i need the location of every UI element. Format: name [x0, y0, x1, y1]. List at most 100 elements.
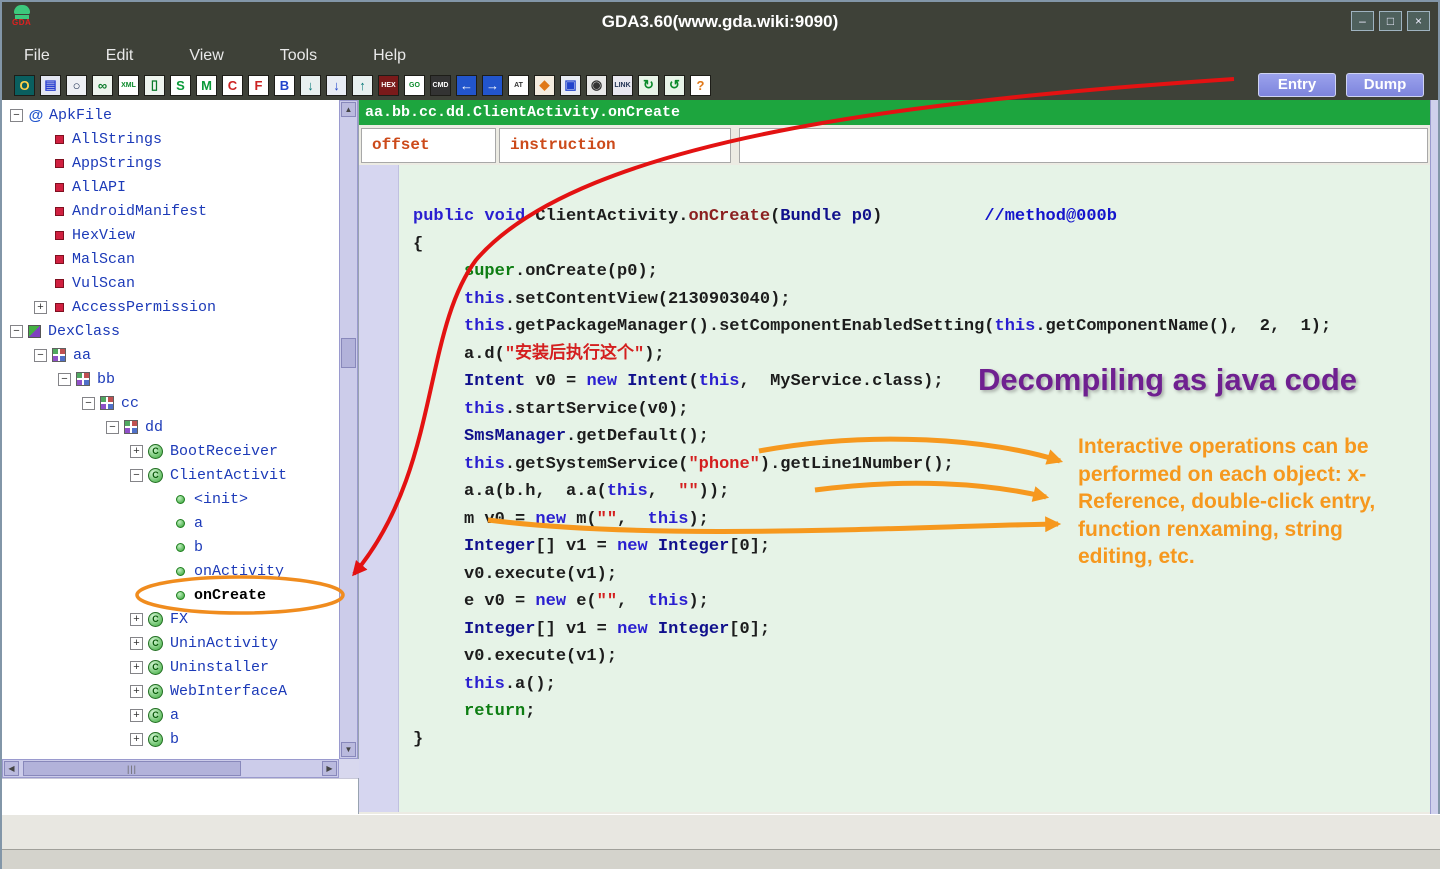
collapse-icon[interactable]: −: [106, 421, 119, 434]
back-icon[interactable]: ←: [456, 75, 477, 96]
save-icon[interactable]: ▤: [40, 75, 61, 96]
tree-item-a[interactable]: +Ca: [2, 703, 339, 727]
close-icon[interactable]: ×: [1407, 11, 1430, 31]
code-line[interactable]: super.onCreate(p0);: [413, 258, 1430, 286]
comment-icon[interactable]: ▣: [560, 75, 581, 96]
tree-vertical-scrollbar[interactable]: ▲ ▼: [339, 100, 358, 759]
code-line[interactable]: this.getSystemService("phone").getLine1N…: [413, 451, 1430, 479]
tree-item-vulscan[interactable]: VulScan: [2, 271, 339, 295]
restore-icon[interactable]: □: [1379, 11, 1402, 31]
code-line[interactable]: this.setContentView(2130903040);: [413, 286, 1430, 314]
snapshot-icon[interactable]: ◉: [586, 75, 607, 96]
bytecode-icon[interactable]: B: [274, 75, 295, 96]
help-icon[interactable]: ?: [690, 75, 711, 96]
expand-icon[interactable]: +: [130, 685, 143, 698]
menu-help[interactable]: Help: [373, 47, 406, 65]
code-line[interactable]: this.a();: [413, 671, 1430, 699]
tree-item-uninstaller[interactable]: +CUninstaller: [2, 655, 339, 679]
code-line[interactable]: Intent v0 = new Intent(this, MyService.c…: [413, 368, 1430, 396]
install-alt-icon[interactable]: ↓: [326, 75, 347, 96]
tree-item-oncreate[interactable]: onCreate: [2, 583, 339, 607]
scroll-down-icon[interactable]: ▼: [341, 742, 356, 757]
minimize-icon[interactable]: –: [1351, 11, 1374, 31]
cmd-icon[interactable]: CMD: [430, 75, 451, 96]
code-line[interactable]: e v0 = new e("", this);: [413, 588, 1430, 616]
tree-item-uninactivity[interactable]: +CUninActivity: [2, 631, 339, 655]
expand-icon[interactable]: +: [130, 733, 143, 746]
code-line[interactable]: {: [413, 231, 1430, 259]
code-line[interactable]: }: [413, 726, 1430, 754]
link-icon[interactable]: LINK: [612, 75, 633, 96]
tree-item-malscan[interactable]: MalScan: [2, 247, 339, 271]
code-line[interactable]: a.a(b.h, a.a(this, ""));: [413, 478, 1430, 506]
menu-tools[interactable]: Tools: [280, 47, 317, 65]
tree-item-allstrings[interactable]: AllStrings: [2, 127, 339, 151]
tree-item-hexview[interactable]: HexView: [2, 223, 339, 247]
tree-item-b[interactable]: b: [2, 535, 339, 559]
code-vertical-scrollbar[interactable]: [1430, 100, 1438, 814]
tree-item-aa[interactable]: −aa: [2, 343, 339, 367]
undo-icon[interactable]: ↺: [664, 75, 685, 96]
tree-item-appstrings[interactable]: AppStrings: [2, 151, 339, 175]
search-icon[interactable]: ○: [66, 75, 87, 96]
forward-icon[interactable]: →: [482, 75, 503, 96]
fields-icon[interactable]: F: [248, 75, 269, 96]
at-search-icon[interactable]: AT: [508, 75, 529, 96]
code-line[interactable]: SmsManager.getDefault();: [413, 423, 1430, 451]
install-icon[interactable]: ↓: [300, 75, 321, 96]
code-line[interactable]: m v0 = new m("", this);: [413, 506, 1430, 534]
tree-item-accesspermission[interactable]: +AccessPermission: [2, 295, 339, 319]
strings-icon[interactable]: S: [170, 75, 191, 96]
code-line[interactable]: Integer[] v1 = new Integer[0];: [413, 533, 1430, 561]
entry-button[interactable]: Entry: [1258, 73, 1336, 97]
go-icon[interactable]: GO: [404, 75, 425, 96]
menu-file[interactable]: File: [24, 47, 50, 65]
scroll-right-icon[interactable]: ▶: [322, 761, 337, 776]
collapse-icon[interactable]: −: [34, 349, 47, 362]
open-icon[interactable]: O: [14, 75, 35, 96]
offset-column-header[interactable]: offset: [361, 128, 496, 163]
xml-icon[interactable]: XML: [118, 75, 139, 96]
code-line[interactable]: v0.execute(v1);: [413, 561, 1430, 589]
collapse-icon[interactable]: −: [58, 373, 71, 386]
tree-item-a[interactable]: a: [2, 511, 339, 535]
code-line[interactable]: v0.execute(v1);: [413, 643, 1430, 671]
tree-item-bb[interactable]: −bb: [2, 367, 339, 391]
search-all-icon[interactable]: ∞: [92, 75, 113, 96]
tree-item-cc[interactable]: −cc: [2, 391, 339, 415]
tree-item-bootreceiver[interactable]: +CBootReceiver: [2, 439, 339, 463]
expand-icon[interactable]: +: [130, 661, 143, 674]
expand-icon[interactable]: +: [130, 709, 143, 722]
tree-item-init[interactable]: <init>: [2, 487, 339, 511]
collapse-icon[interactable]: −: [82, 397, 95, 410]
tree-item-b[interactable]: +Cb: [2, 727, 339, 751]
classes-icon[interactable]: C: [222, 75, 243, 96]
refresh-icon[interactable]: ↻: [638, 75, 659, 96]
menu-view[interactable]: View: [189, 47, 223, 65]
export-icon[interactable]: ↑: [352, 75, 373, 96]
tree-item-androidmanifest[interactable]: AndroidManifest: [2, 199, 339, 223]
tree-item-dexclass[interactable]: −DexClass: [2, 319, 339, 343]
expand-icon[interactable]: +: [130, 445, 143, 458]
tree-item-allapi[interactable]: AllAPI: [2, 175, 339, 199]
collapse-icon[interactable]: −: [10, 109, 23, 122]
code-line[interactable]: return;: [413, 698, 1430, 726]
expand-icon[interactable]: +: [130, 613, 143, 626]
tree-item-onactivity[interactable]: onActivity: [2, 559, 339, 583]
tree-item-dd[interactable]: −dd: [2, 415, 339, 439]
expand-icon[interactable]: +: [34, 301, 47, 314]
scroll-left-icon[interactable]: ◀: [4, 761, 19, 776]
code-line[interactable]: public void ClientActivity.onCreate(Bund…: [413, 203, 1430, 231]
code-line[interactable]: Integer[] v1 = new Integer[0];: [413, 616, 1430, 644]
vertical-scroll-thumb[interactable]: [341, 338, 356, 368]
dump-button[interactable]: Dump: [1346, 73, 1424, 97]
tree-horizontal-scrollbar[interactable]: ◀ ||| ▶: [2, 759, 339, 778]
code-line[interactable]: this.getPackageManager().setComponentEna…: [413, 313, 1430, 341]
tree-item-apkfile[interactable]: −@ApkFile: [2, 103, 339, 127]
methods-icon[interactable]: M: [196, 75, 217, 96]
collapse-icon[interactable]: −: [130, 469, 143, 482]
tree-item-webinterfacea[interactable]: +CWebInterfaceA: [2, 679, 339, 703]
tree-item-fx[interactable]: +CFX: [2, 607, 339, 631]
code-line[interactable]: a.d("安装后执行这个");: [413, 341, 1430, 369]
mark-icon[interactable]: ◆: [534, 75, 555, 96]
